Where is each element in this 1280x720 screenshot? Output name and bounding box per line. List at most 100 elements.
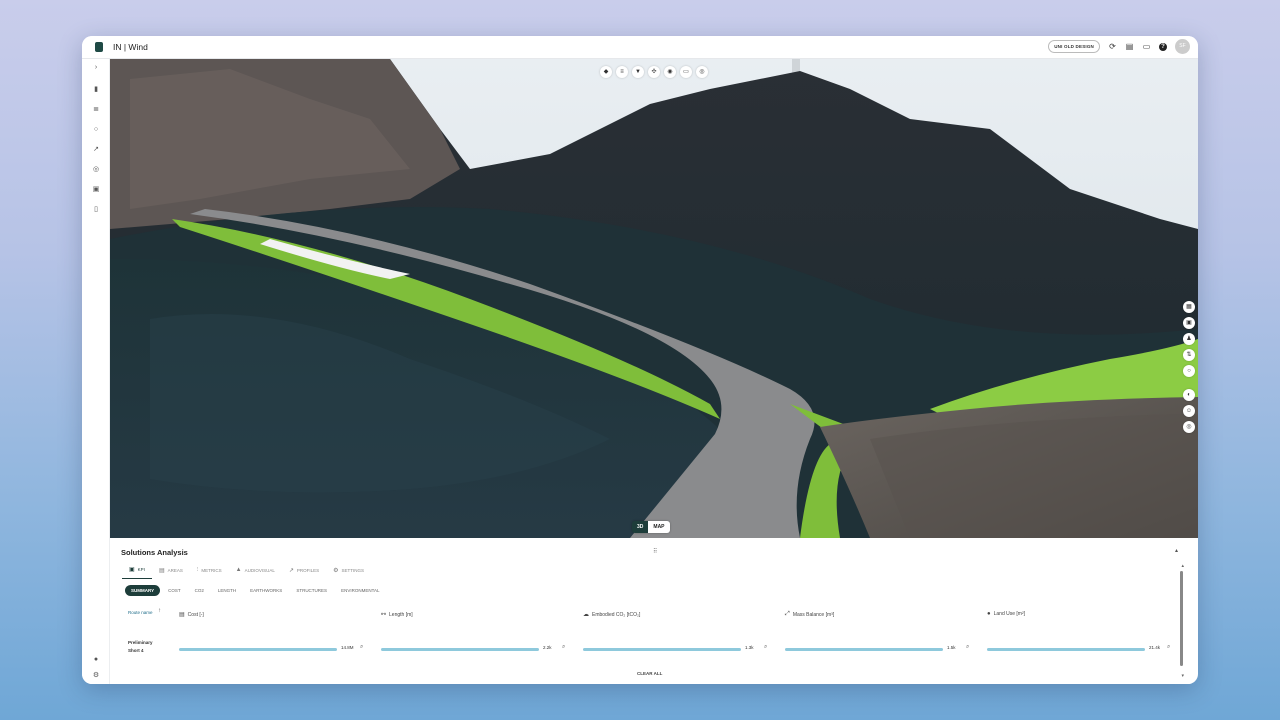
- file-icon[interactable]: ▯: [91, 205, 101, 215]
- chip-structures[interactable]: STRUCTURES: [290, 585, 333, 596]
- camera-icon[interactable]: ◉: [664, 66, 676, 78]
- person-icon[interactable]: ♟: [1183, 333, 1195, 345]
- grid-icon[interactable]: ▦: [1183, 301, 1195, 313]
- layers-icon[interactable]: ◆: [600, 66, 612, 78]
- pin-icon: ●: [987, 611, 991, 617]
- globe-icon[interactable]: ●: [91, 655, 101, 665]
- view-3d-button[interactable]: 3D: [632, 521, 649, 533]
- cost-search-icon[interactable]: ⌕: [360, 644, 363, 651]
- tab-audiovisual[interactable]: ▲ AUDIOVISUAL: [229, 563, 282, 579]
- bar-layers-icon[interactable]: ≣: [91, 105, 101, 115]
- header-label: Cost [-]: [187, 611, 204, 618]
- view-mode-toggle: 3D MAP: [632, 521, 670, 533]
- metrics-icon: ⫶: [196, 566, 199, 573]
- view-map-button[interactable]: MAP: [648, 521, 670, 533]
- co2-bar: [583, 648, 741, 651]
- cost-bar: [179, 648, 337, 651]
- route-icon[interactable]: ↗: [91, 145, 101, 155]
- cost-value: 14.8M: [341, 645, 354, 650]
- audiovisual-icon: ▲: [235, 567, 242, 573]
- old-design-button[interactable]: UNI OLD DESIGN: [1048, 40, 1100, 53]
- header-label: Mass Balance [m³]: [792, 611, 835, 618]
- panel-scrollbar[interactable]: [1180, 571, 1183, 666]
- compass-icon[interactable]: ◐: [1183, 389, 1195, 401]
- length-value: 2.2k: [543, 645, 552, 650]
- chevron-right-icon[interactable]: ›: [91, 63, 101, 73]
- chip-length[interactable]: LENGTH: [212, 585, 242, 596]
- circle-tool-icon[interactable]: ○: [1183, 365, 1195, 377]
- tab-kpi[interactable]: ▣ KPI: [122, 563, 152, 579]
- tab-settings[interactable]: ⚙ SETTINGS: [326, 563, 371, 579]
- gear-icon[interactable]: ⚙: [91, 671, 101, 681]
- diagonal-arrow-icon: ⤢: [785, 611, 790, 617]
- chart-icon[interactable]: ▮: [91, 85, 101, 95]
- move-icon[interactable]: ✣: [648, 66, 660, 78]
- sliders-icon[interactable]: ≡: [616, 66, 628, 78]
- chip-earthworks[interactable]: EARTHWORKS: [244, 585, 288, 596]
- chip-cost[interactable]: COST: [162, 585, 187, 596]
- route-name-cell[interactable]: Preliminary Short 4: [128, 639, 162, 655]
- land-use-value: 21.4k: [1149, 645, 1161, 650]
- avatar[interactable]: SF: [1175, 39, 1190, 54]
- kpi-icon: ▣: [129, 567, 135, 573]
- scroll-down-icon[interactable]: ▾: [1181, 673, 1184, 679]
- app-title: IN | Wind: [113, 42, 148, 52]
- mass-balance-value: 1.5k: [947, 645, 956, 650]
- cost-icon: ▤: [179, 612, 185, 618]
- header-label: Length [m]: [389, 611, 413, 618]
- scrollbar-thumb[interactable]: [1180, 571, 1183, 666]
- layers-swap-icon[interactable]: ⇅: [1183, 349, 1195, 361]
- scroll-up-icon[interactable]: ▴: [1181, 563, 1184, 569]
- document-icon[interactable]: ▤: [1125, 42, 1134, 51]
- refresh-icon[interactable]: ⟳: [1108, 42, 1117, 51]
- eye-icon[interactable]: ◎: [696, 66, 708, 78]
- land-use-search-icon[interactable]: ⌕: [1167, 644, 1170, 651]
- ruler-icon[interactable]: ▭: [680, 66, 692, 78]
- user-icon[interactable]: ☺: [1183, 405, 1195, 417]
- save-icon[interactable]: ▣: [1183, 317, 1195, 329]
- solutions-analysis-panel: Solutions Analysis ⠿ ▴ ▣ KPI ▤ AREAS ⫶ M…: [114, 539, 1192, 684]
- title-bar: IN | Wind UNI OLD DESIGN ⟳ ▤ ▭ ? SF: [82, 36, 1198, 59]
- 3d-viewport[interactable]: ◆ ≡ ▼ ✣ ◉ ▭ ◎ ▦ ▣ ♟ ⇅ ○ ◐ ☺ ◎ 3D MAP: [110, 59, 1198, 538]
- co2-header: ☁ Embodied CO₂ [tCO₂]: [583, 611, 641, 619]
- header-label: Embodied CO₂ [tCO₂]: [592, 611, 641, 618]
- target-icon[interactable]: ◎: [91, 165, 101, 175]
- tab-label: PROFILES: [296, 567, 320, 573]
- help-icon[interactable]: ?: [1159, 42, 1167, 51]
- sidebar: › ▮ ≣ ○ ↗ ◎ ▣ ▯ ● ⚙: [82, 59, 110, 684]
- viewport-right-tools-2: ◐ ☺ ◎: [1183, 389, 1195, 437]
- filter-icon[interactable]: ▼: [632, 66, 644, 78]
- comment-icon[interactable]: ▭: [1142, 42, 1151, 51]
- frame-icon[interactable]: ▣: [91, 185, 101, 195]
- drag-handle-icon[interactable]: ⠿: [653, 548, 657, 555]
- profiles-icon: ↗: [288, 567, 294, 574]
- cost-header: ▤ Cost [-]: [179, 611, 204, 619]
- chip-summary[interactable]: SUMMARY: [125, 585, 161, 596]
- tab-profiles[interactable]: ↗ PROFILES: [282, 563, 326, 579]
- terrain-scene: [110, 59, 1198, 538]
- tab-label: AREAS: [167, 567, 183, 573]
- chip-co2[interactable]: CO2: [189, 585, 210, 596]
- mass-balance-search-icon[interactable]: ⌕: [966, 644, 969, 651]
- link-icon: ⚯: [381, 612, 387, 618]
- sort-arrow-icon[interactable]: ↑: [158, 608, 161, 614]
- panel-tabs: ▣ KPI ▤ AREAS ⫶ METRICS ▲ AUDIOVISUAL ↗ …: [122, 563, 371, 579]
- route-name-header[interactable]: Route name: [128, 609, 156, 617]
- tab-label: KPI: [137, 567, 145, 572]
- clear-all-button[interactable]: CLEAR ALL: [637, 671, 662, 676]
- co2-search-icon[interactable]: ⌕: [764, 644, 767, 651]
- target-tool-icon[interactable]: ◎: [1183, 421, 1195, 433]
- tab-areas[interactable]: ▤ AREAS: [152, 563, 190, 579]
- circle-icon[interactable]: ○: [91, 125, 101, 135]
- length-search-icon[interactable]: ⌕: [562, 644, 565, 651]
- tab-metrics[interactable]: ⫶ METRICS: [190, 563, 229, 579]
- header-label: Land Use [m²]: [993, 611, 1026, 617]
- length-header: ⚯ Length [m]: [381, 611, 413, 619]
- mass-balance-header: ⤢ Mass Balance [m³]: [785, 611, 834, 618]
- collapse-icon[interactable]: ▴: [1175, 547, 1178, 554]
- cloud-icon: ☁: [583, 612, 589, 618]
- panel-title: Solutions Analysis: [121, 548, 188, 557]
- chip-environmental[interactable]: ENVIRONMENTAL: [335, 585, 385, 596]
- tab-label: SETTINGS: [341, 567, 365, 573]
- tab-label: METRICS: [201, 567, 222, 573]
